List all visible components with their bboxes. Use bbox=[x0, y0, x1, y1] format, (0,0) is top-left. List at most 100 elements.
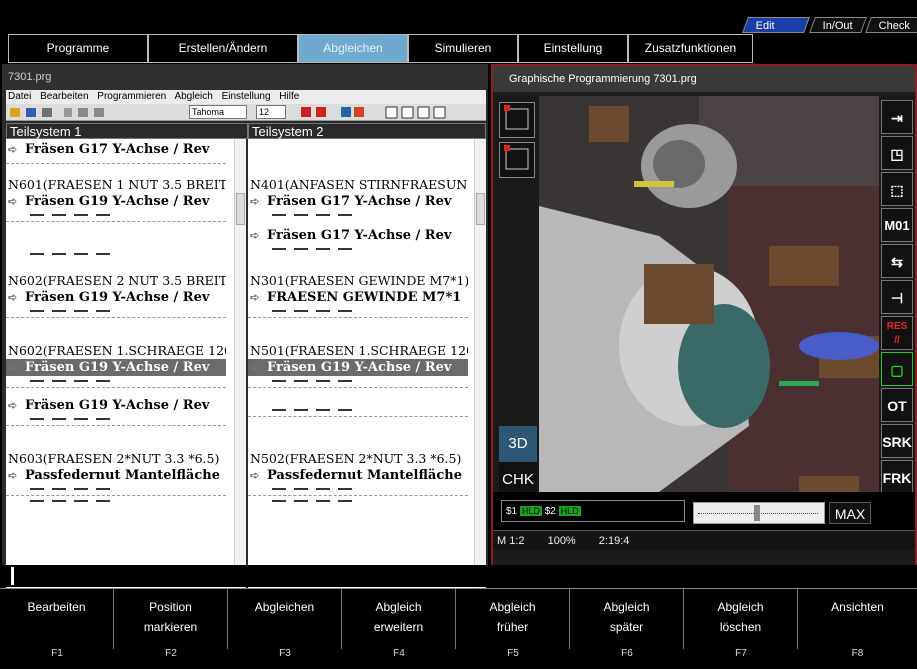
arrow-right-icon: ➪ bbox=[250, 195, 260, 208]
arrow-right-icon: ➪ bbox=[250, 291, 260, 304]
system1-view-icon[interactable] bbox=[499, 102, 535, 138]
skip-icon[interactable]: ⊣ bbox=[881, 280, 913, 314]
list-item-selected[interactable]: N501(FRAESEN 1.SCHRAEGE 120 ➪ Fräsen G19 Y… bbox=[248, 343, 468, 388]
col-header-teilsystem2: Teilsystem 2 bbox=[248, 123, 486, 139]
menu-erstellen[interactable]: Erstellen/Ändern bbox=[148, 34, 298, 63]
command-line[interactable] bbox=[0, 565, 917, 587]
main-menu: Programme Erstellen/Ändern Abgleichen Si… bbox=[8, 34, 917, 63]
right-toolbar: ⇥ ◳ ⬚ M01 ⇆ ⊣ RES// ▢ OT SRK FRK bbox=[879, 96, 915, 494]
editor-menu-bearbeiten[interactable]: Bearbeiten bbox=[40, 91, 88, 102]
system1-hold-badge: HLD bbox=[519, 506, 542, 516]
reset-button[interactable]: RES// bbox=[881, 316, 913, 350]
fkey-f3[interactable]: Abgleichen bbox=[228, 589, 342, 649]
editor-toolbar: Tahoma 12 bbox=[6, 104, 486, 121]
fkey-number: F4 bbox=[393, 648, 405, 659]
list-item[interactable]: N502(FRAESEN 2*NUT 3.3 *6.5) ➪ Passfedernu… bbox=[248, 451, 468, 502]
fkey-number: F3 bbox=[279, 648, 291, 659]
arrow-right-icon: ➪ bbox=[8, 469, 18, 482]
list-item[interactable]: ➪ Fräsen G17 Y-Achse / Rev bbox=[248, 227, 468, 250]
fkey-number: F7 bbox=[735, 648, 747, 659]
teilsystem2-list[interactable]: N401(ANFASEN STIRNFRAESUNG ➪ Fräsen G17 Y-… bbox=[248, 139, 476, 601]
teilsystem1-list[interactable]: ➪ Fräsen G17 Y-Achse / Rev N601(FRAESEN 1… bbox=[6, 139, 236, 601]
menu-zusatzfunktionen[interactable]: Zusatzfunktionen bbox=[628, 34, 753, 63]
list-item[interactable]: ➪ Fräsen G19 Y-Achse / Rev bbox=[6, 397, 226, 426]
fkey-f7[interactable]: Abgleich löschen bbox=[684, 589, 798, 649]
fkey-f8[interactable]: Ansichten bbox=[798, 589, 917, 649]
time-readout: 2:19:4 bbox=[598, 535, 630, 547]
list-item[interactable]: N401(ANFASEN STIRNFRAESUNG ➪ Fräsen G17 Y-… bbox=[248, 177, 468, 216]
list-item[interactable]: ➪ Fräsen G17 Y-Achse / Rev bbox=[6, 141, 226, 164]
font-name-select[interactable]: Tahoma bbox=[189, 105, 247, 119]
srk-button[interactable]: SRK bbox=[881, 424, 913, 458]
edit-frame-icon[interactable]: ◳ bbox=[881, 136, 913, 170]
font-size-stepper[interactable]: 12 bbox=[256, 105, 286, 119]
system1-label: $1 bbox=[506, 506, 518, 517]
fkey-f5[interactable]: Abgleich früher bbox=[456, 589, 570, 649]
editor-menu-einstellung[interactable]: Einstellung bbox=[222, 91, 271, 102]
fkey-number: F6 bbox=[621, 648, 633, 659]
fkey-number: F5 bbox=[507, 648, 519, 659]
mode-tab-check[interactable]: Check bbox=[865, 17, 917, 33]
fkey-number: F1 bbox=[51, 648, 63, 659]
scroll-thumb[interactable] bbox=[236, 193, 245, 225]
fkey-f2[interactable]: Position markieren bbox=[114, 589, 228, 649]
editor-title: 7301.prg bbox=[2, 64, 488, 90]
menu-einstellung[interactable]: Einstellung bbox=[518, 34, 628, 63]
fkey-f6[interactable]: Abgleich später bbox=[570, 589, 684, 649]
menu-programme[interactable]: Programme bbox=[8, 34, 148, 63]
teilsystem1-scrollbar[interactable] bbox=[234, 139, 246, 601]
fkey-number: F8 bbox=[851, 648, 864, 659]
zoom-readout: 100% bbox=[547, 535, 576, 547]
arrow-right-icon: ➪ bbox=[250, 361, 260, 374]
list-item[interactable]: N301(FRAESEN GEWINDE M7*1) ➪ FRAESEN GEWIN… bbox=[248, 273, 468, 318]
list-item[interactable] bbox=[248, 405, 468, 417]
fkey-number: F2 bbox=[165, 648, 177, 659]
mode-bar: Edit In/Out Check bbox=[0, 0, 917, 34]
list-item-selected[interactable]: N602(FRAESEN 1.SCHRAEGE 120 ➪ Fräsen G19 Y… bbox=[6, 343, 226, 388]
graphic-title: Graphische Programmierung 7301.prg bbox=[493, 66, 915, 92]
menu-simulieren[interactable]: Simulieren bbox=[408, 34, 518, 63]
m01-button[interactable]: M01 bbox=[881, 208, 913, 242]
ot-button[interactable]: OT bbox=[881, 388, 913, 422]
full-view-icon[interactable]: ▢ bbox=[881, 352, 913, 386]
list-item[interactable]: N601(FRAESEN 1 NUT 3.5 BREIT ➪ Fräsen G19 … bbox=[6, 177, 226, 222]
program-editor-window: 7301.prg Datei Bearbeiten Programmieren … bbox=[2, 64, 488, 624]
frk-button[interactable]: FRK bbox=[881, 460, 913, 494]
arrow-right-icon: ➪ bbox=[8, 291, 18, 304]
speed-max-label[interactable]: MAX bbox=[829, 502, 871, 524]
system2-view-icon[interactable] bbox=[499, 142, 535, 178]
arrow-right-icon: ➪ bbox=[8, 195, 18, 208]
mode-tab-edit[interactable]: Edit bbox=[742, 17, 810, 33]
editor-menu-abgleich[interactable]: Abgleich bbox=[174, 91, 212, 102]
function-key-bar: Bearbeiten Position markieren Abgleichen … bbox=[0, 588, 917, 649]
system2-hold-badge: HLD bbox=[558, 506, 581, 516]
step-forward-icon[interactable]: ⇥ bbox=[881, 100, 913, 134]
fkey-f1[interactable]: Bearbeiten bbox=[0, 589, 114, 649]
editor-menubar: Datei Bearbeiten Programmieren Abgleich … bbox=[6, 90, 486, 104]
menu-spacer bbox=[753, 34, 917, 63]
text-cursor bbox=[11, 567, 14, 585]
list-item[interactable] bbox=[6, 249, 226, 255]
subsystem-status: $1 HLD $2 HLD bbox=[501, 500, 685, 522]
btn-3d[interactable]: 3D bbox=[499, 426, 537, 462]
scroll-thumb[interactable] bbox=[476, 193, 485, 225]
col-header-teilsystem1: Teilsystem 1 bbox=[6, 123, 248, 139]
speed-slider[interactable] bbox=[693, 502, 825, 524]
mode-tab-inout[interactable]: In/Out bbox=[809, 17, 867, 33]
mode-check-label: Check bbox=[878, 20, 910, 32]
arrow-right-icon: ➪ bbox=[250, 469, 260, 482]
machine-3d-view[interactable] bbox=[539, 96, 879, 492]
fkey-f4[interactable]: Abgleich erweitern bbox=[342, 589, 456, 649]
teilsystem2-scrollbar[interactable] bbox=[474, 139, 486, 601]
menu-abgleichen[interactable]: Abgleichen bbox=[298, 34, 408, 63]
editor-menu-datei[interactable]: Datei bbox=[8, 91, 31, 102]
single-block-icon[interactable]: ⇆ bbox=[881, 244, 913, 278]
graphic-statusbar: M 1:2 100% 2:19:4 bbox=[493, 530, 915, 550]
slider-thumb[interactable] bbox=[754, 505, 760, 521]
list-item[interactable]: N602(FRAESEN 2 NUT 3.5 BREIT ➪ Fräsen G19 … bbox=[6, 273, 226, 318]
list-item[interactable]: N603(FRAESEN 2*NUT 3.3 *6.5) ➪ Passfedernu… bbox=[6, 451, 226, 502]
mode-inout-label: In/Out bbox=[822, 20, 853, 32]
editor-menu-programmieren[interactable]: Programmieren bbox=[97, 91, 166, 102]
editor-menu-hilfe[interactable]: Hilfe bbox=[279, 91, 299, 102]
fit-view-icon[interactable]: ⬚ bbox=[881, 172, 913, 206]
